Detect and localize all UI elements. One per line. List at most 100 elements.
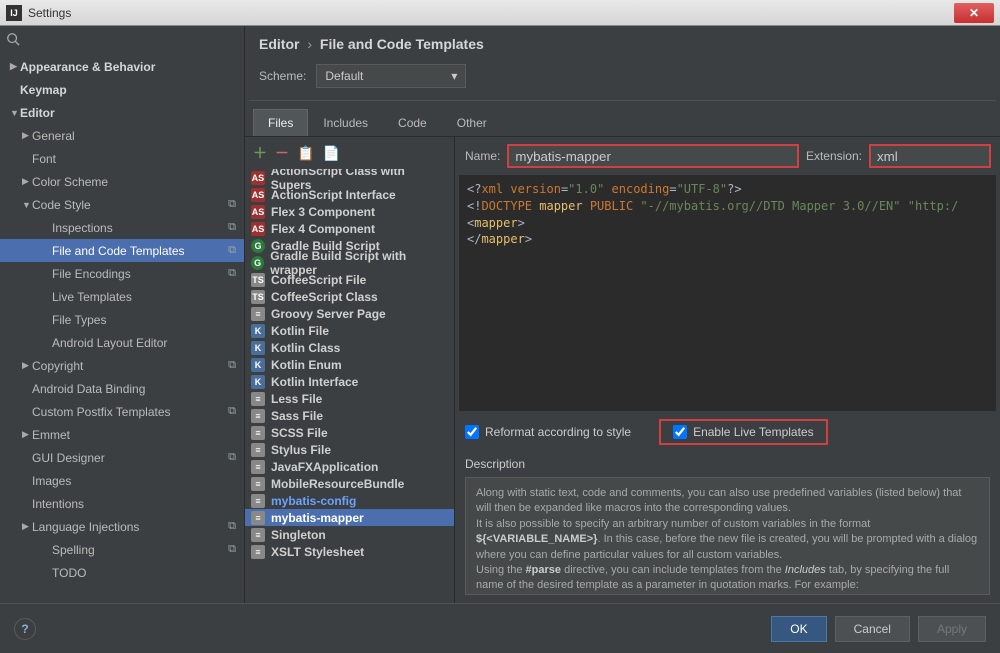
template-item-javafxapplication[interactable]: ≡JavaFXApplication xyxy=(245,458,454,475)
sidebar-item-file-encodings[interactable]: File Encodings⧉ xyxy=(0,262,244,285)
app-icon: IJ xyxy=(6,5,22,21)
reformat-checkbox-label[interactable]: Reformat according to style xyxy=(465,425,631,439)
tab-files[interactable]: Files xyxy=(253,109,308,136)
search-bar[interactable] xyxy=(0,26,244,55)
sidebar-item-file-and-code-templates[interactable]: File and Code Templates⧉ xyxy=(0,239,244,262)
sidebar-item-android-layout-editor[interactable]: Android Layout Editor xyxy=(0,331,244,354)
ok-button[interactable]: OK xyxy=(771,616,826,642)
template-item-label: Singleton xyxy=(271,528,326,542)
template-tabs: FilesIncludesCodeOther xyxy=(245,109,1000,137)
sidebar-item-label: Custom Postfix Templates xyxy=(32,405,171,419)
sidebar-item-general[interactable]: ▶General xyxy=(0,124,244,147)
caret-icon: ▶ xyxy=(22,176,32,187)
scope-icon: ⧉ xyxy=(228,520,236,533)
remove-template-button[interactable]: － xyxy=(275,143,289,163)
tab-other[interactable]: Other xyxy=(442,109,502,136)
sidebar-item-editor[interactable]: ▼Editor xyxy=(0,101,244,124)
settings-tree[interactable]: ▶Appearance & BehaviorKeymap▼Editor▶Gene… xyxy=(0,55,244,603)
template-list[interactable]: ASActionScript Class with SupersASAction… xyxy=(245,169,454,603)
help-button[interactable]: ? xyxy=(14,618,36,640)
template-item-kotlin-file[interactable]: K Kotlin File xyxy=(245,322,454,339)
template-item-scss-file[interactable]: ≡SCSS File xyxy=(245,424,454,441)
template-item-mybatis-mapper[interactable]: ≡mybatis-mapper xyxy=(245,509,454,526)
file-type-icon: K xyxy=(251,375,265,389)
sidebar-item-appearance-behavior[interactable]: ▶Appearance & Behavior xyxy=(0,55,244,78)
copy-template-button[interactable]: 📋 xyxy=(297,145,314,162)
search-icon xyxy=(6,32,20,46)
sidebar-item-label: General xyxy=(32,129,75,143)
sidebar-item-intentions[interactable]: Intentions xyxy=(0,492,244,515)
sidebar-item-label: Editor xyxy=(20,106,55,120)
template-extension-input[interactable] xyxy=(870,145,990,167)
template-item-kotlin-class[interactable]: KKotlin Class xyxy=(245,339,454,356)
sidebar-item-label: Color Scheme xyxy=(32,175,108,189)
sidebar-item-inspections[interactable]: Inspections⧉ xyxy=(0,216,244,239)
template-item-label: MobileResourceBundle xyxy=(271,477,404,491)
file-type-icon: K xyxy=(251,341,265,355)
template-item-label: SCSS File xyxy=(271,426,328,440)
cancel-button[interactable]: Cancel xyxy=(835,616,910,642)
template-item-label: Kotlin Interface xyxy=(271,375,358,389)
template-code-editor[interactable]: <?xml version="1.0" encoding="UTF-8"?> <… xyxy=(459,175,996,411)
sidebar-item-label: Copyright xyxy=(32,359,83,373)
titlebar: IJ Settings ✕ xyxy=(0,0,1000,26)
template-name-input[interactable] xyxy=(508,145,798,167)
sidebar-item-font[interactable]: Font xyxy=(0,147,244,170)
sidebar-item-code-style[interactable]: ▼Code Style⧉ xyxy=(0,193,244,216)
sidebar-item-todo[interactable]: TODO xyxy=(0,561,244,584)
chevron-down-icon: ▾ xyxy=(451,69,457,83)
template-item-label: Kotlin File xyxy=(271,324,329,338)
template-item-gradle-build-script-with-wrapper[interactable]: GGradle Build Script with wrapper xyxy=(245,254,454,271)
template-item-stylus-file[interactable]: ≡Stylus File xyxy=(245,441,454,458)
sidebar-item-color-scheme[interactable]: ▶Color Scheme xyxy=(0,170,244,193)
sidebar-item-android-data-binding[interactable]: Android Data Binding xyxy=(0,377,244,400)
sidebar-item-live-templates[interactable]: Live Templates xyxy=(0,285,244,308)
enable-live-templates-checkbox[interactable] xyxy=(673,425,687,439)
divider xyxy=(249,100,996,101)
file-type-icon: AS xyxy=(251,171,265,185)
template-item-actionscript-class-with-supers[interactable]: ASActionScript Class with Supers xyxy=(245,169,454,186)
template-item-label: Flex 3 Component xyxy=(271,205,375,219)
tab-code[interactable]: Code xyxy=(383,109,442,136)
close-button[interactable]: ✕ xyxy=(954,3,994,23)
caret-icon: ▶ xyxy=(22,521,32,532)
tab-includes[interactable]: Includes xyxy=(308,109,383,136)
sidebar-item-spelling[interactable]: Spelling⧉ xyxy=(0,538,244,561)
breadcrumb-sep: › xyxy=(303,36,316,52)
sidebar-item-language-injections[interactable]: ▶Language Injections ⧉ xyxy=(0,515,244,538)
sidebar-item-copyright[interactable]: ▶Copyright⧉ xyxy=(0,354,244,377)
add-template-button[interactable]: ＋ xyxy=(253,143,267,163)
template-item-kotlin-enum[interactable]: KKotlin Enum xyxy=(245,356,454,373)
sidebar-item-emmet[interactable]: ▶Emmet xyxy=(0,423,244,446)
enable-live-templates-label[interactable]: Enable Live Templates xyxy=(661,421,826,443)
sidebar-item-file-types[interactable]: File Types xyxy=(0,308,244,331)
template-item-flex-3-component[interactable]: ASFlex 3 Component xyxy=(245,203,454,220)
template-item-less-file[interactable]: ≡Less File xyxy=(245,390,454,407)
template-item-coffeescript-class[interactable]: TSCoffeeScript Class xyxy=(245,288,454,305)
reformat-checkbox[interactable] xyxy=(465,425,479,439)
sidebar-item-label: Android Layout Editor xyxy=(52,336,167,350)
sidebar-item-images[interactable]: Images xyxy=(0,469,244,492)
template-item-label: Flex 4 Component xyxy=(271,222,375,236)
template-item-xslt-stylesheet[interactable]: ≡XSLT Stylesheet xyxy=(245,543,454,560)
sidebar-item-custom-postfix-templates[interactable]: Custom Postfix Templates⧉ xyxy=(0,400,244,423)
template-item-sass-file[interactable]: ≡Sass File xyxy=(245,407,454,424)
apply-button[interactable]: Apply xyxy=(918,616,986,642)
scheme-select[interactable]: Default ▾ xyxy=(316,64,466,88)
sidebar-item-gui-designer[interactable]: GUI Designer⧉ xyxy=(0,446,244,469)
file-type-icon: TS xyxy=(251,290,265,304)
template-item-label: JavaFXApplication xyxy=(271,460,378,474)
template-item-mybatis-config[interactable]: ≡mybatis-config xyxy=(245,492,454,509)
template-item-groovy-server-page[interactable]: ≡Groovy Server Page xyxy=(245,305,454,322)
file-type-icon: ≡ xyxy=(251,545,265,559)
file-type-icon: K xyxy=(251,324,265,338)
sidebar-item-label: Language Injections xyxy=(32,520,139,534)
file-type-icon: AS xyxy=(251,222,265,236)
file-type-icon: ≡ xyxy=(251,511,265,525)
template-item-singleton[interactable]: ≡Singleton xyxy=(245,526,454,543)
sidebar-item-keymap[interactable]: Keymap xyxy=(0,78,244,101)
template-item-kotlin-interface[interactable]: K Kotlin Interface xyxy=(245,373,454,390)
template-item-flex-4-component[interactable]: AS Flex 4 Component xyxy=(245,220,454,237)
template-item-mobileresourcebundle[interactable]: ≡MobileResourceBundle xyxy=(245,475,454,492)
paste-template-button[interactable]: 📄 xyxy=(322,145,339,162)
